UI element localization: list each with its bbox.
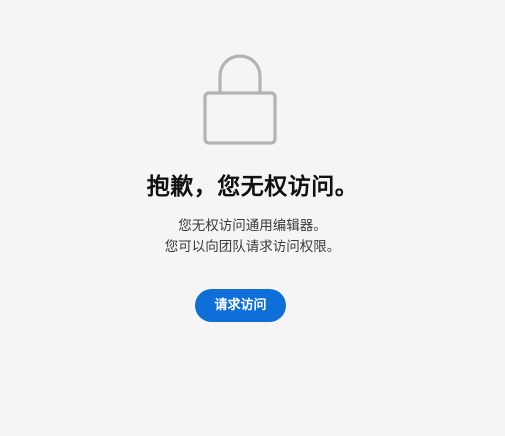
access-message: 您无权访问通用编辑器。 您可以向团队请求访问权限。 [0, 216, 505, 258]
message-line-1: 您无权访问通用编辑器。 [178, 218, 327, 234]
message-line-2: 您可以向团队请求访问权限。 [164, 239, 341, 255]
lock-icon [203, 53, 277, 145]
request-access-button[interactable]: 请求访问 [195, 289, 286, 322]
page-title: 抱歉，您无权访问。 [146, 174, 359, 200]
access-denied-page: 抱歉，您无权访问。 您无权访问通用编辑器。 您可以向团队请求访问权限。 请求访问 [0, 0, 505, 436]
